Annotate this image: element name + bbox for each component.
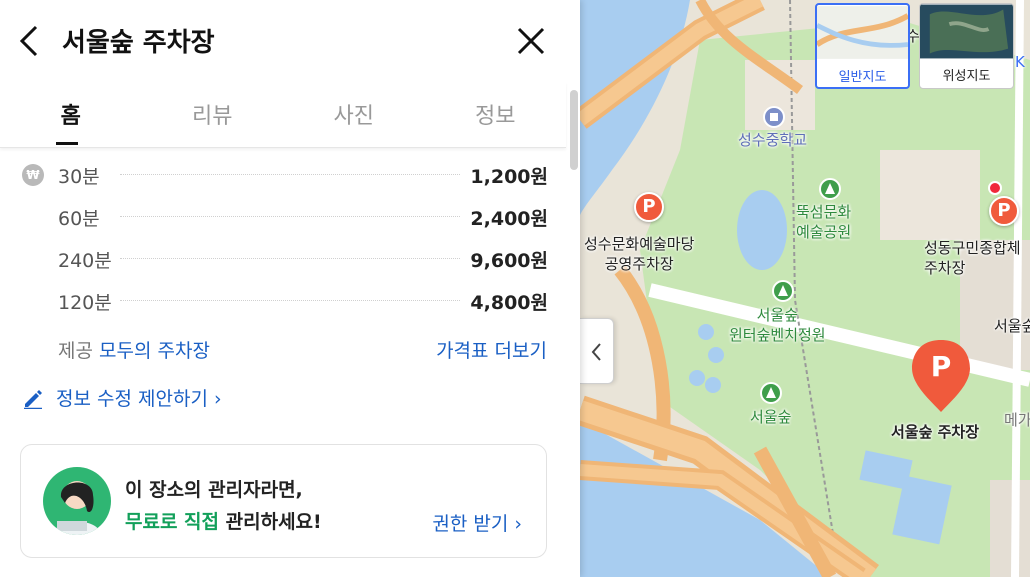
map-label-school[interactable]: 성수중학교 xyxy=(738,130,807,150)
price-amount: 1,200원 xyxy=(470,166,548,188)
price-duration: 120분 xyxy=(58,292,112,314)
place-detail-panel: 서울숲 주차장 홈 리뷰 사진 정보 ₩ 30분 1,200원 60분 2,40… xyxy=(0,0,580,577)
price-duration: 240분 xyxy=(58,250,112,272)
panel-collapse-button[interactable] xyxy=(580,318,614,384)
layer-button-satellite[interactable]: 위성지도 xyxy=(919,3,1014,89)
map-label-winter-garden[interactable]: 서울숲 윈터숲벤치정원 xyxy=(729,305,826,345)
map-label-sports[interactable]: 성동구민종합체 주차장 xyxy=(924,238,1021,278)
owner-card-rest: 관리하세요! xyxy=(219,511,322,533)
chevron-right-icon: › xyxy=(514,513,522,535)
school-icon xyxy=(763,106,785,128)
layer-button-satellite-label: 위성지도 xyxy=(942,69,991,84)
claim-rights-link[interactable]: 권한 받기 › xyxy=(432,509,522,536)
price-divider xyxy=(120,216,460,217)
map-label-seoul-forest-right[interactable]: 서울숲 xyxy=(994,316,1030,336)
tree-icon xyxy=(760,382,782,404)
map-label-partial-meta: 메가 xyxy=(1004,411,1030,429)
panel-header: 서울숲 주차장 xyxy=(0,0,580,82)
tab-photos[interactable]: 사진 xyxy=(283,82,425,147)
price-divider xyxy=(120,258,460,259)
price-row: 60분 2,400원 xyxy=(58,204,548,230)
map-label-park-culture[interactable]: 뚝섬문화 예술공원 xyxy=(796,202,851,242)
price-table-more-link[interactable]: 가격표 더보기 xyxy=(436,336,547,363)
tab-bar: 홈 리뷰 사진 정보 xyxy=(0,82,566,148)
price-provider: 제공 모두의 주차장 xyxy=(58,336,210,363)
tree-icon xyxy=(772,280,794,302)
red-dot-marker xyxy=(988,181,1002,195)
owner-avatar xyxy=(43,467,111,535)
won-icon: ₩ xyxy=(22,164,44,186)
suggest-edit-label: 정보 수정 제안하기 xyxy=(56,388,208,410)
selected-parking-pin-icon[interactable]: P xyxy=(929,350,953,383)
price-duration: 30분 xyxy=(58,166,100,188)
back-arrow-icon[interactable] xyxy=(16,24,42,58)
suggest-edit-link[interactable]: 정보 수정 제안하기 › xyxy=(22,384,222,411)
parking-pin-icon[interactable]: P xyxy=(989,196,1019,226)
layer-button-normal-label: 일반지도 xyxy=(838,70,887,85)
owner-claim-card: 이 장소의 관리자라면, 무료로 직접 관리하세요! 권한 받기 › xyxy=(20,444,547,558)
map-label-selected-parking[interactable]: 서울숲 주차장 xyxy=(891,422,979,442)
price-divider xyxy=(120,300,460,301)
map-label-parking-culture[interactable]: 성수문화예술마당 공영주차장 xyxy=(584,234,694,274)
price-amount: 4,800원 xyxy=(470,292,548,314)
provider-prefix: 제공 xyxy=(58,340,93,362)
price-amount: 2,400원 xyxy=(470,208,548,230)
owner-card-line1: 이 장소의 관리자라면, xyxy=(125,479,303,501)
map-label-seoul-forest[interactable]: 서울숲 xyxy=(750,407,791,427)
satellite-map-thumbnail-icon xyxy=(920,4,1013,59)
person-illustration-icon xyxy=(53,481,101,535)
price-divider xyxy=(120,174,460,175)
chevron-left-icon xyxy=(591,343,601,361)
normal-map-thumbnail-icon xyxy=(817,6,908,59)
owner-card-highlight: 무료로 직접 xyxy=(125,511,220,533)
page-title: 서울숲 주차장 xyxy=(62,28,215,58)
pencil-icon xyxy=(24,390,42,409)
chevron-right-icon: › xyxy=(213,388,222,410)
claim-rights-label: 권한 받기 xyxy=(432,513,509,535)
price-amount: 9,600원 xyxy=(470,250,548,272)
map-label-partial-k: K xyxy=(1015,53,1025,71)
parking-pin-icon[interactable]: P xyxy=(634,192,664,222)
close-icon[interactable] xyxy=(514,24,548,58)
tab-reviews[interactable]: 리뷰 xyxy=(142,82,284,147)
price-row: 30분 1,200원 xyxy=(58,162,548,188)
tab-info[interactable]: 정보 xyxy=(425,82,567,147)
panel-scrollbar[interactable] xyxy=(570,90,578,170)
price-row: 120분 4,800원 xyxy=(58,288,548,314)
tree-icon xyxy=(819,178,841,200)
layer-button-normal[interactable]: 일반지도 xyxy=(815,3,910,89)
price-duration: 60분 xyxy=(58,208,100,230)
tab-home[interactable]: 홈 xyxy=(0,82,142,147)
price-row: 240분 9,600원 xyxy=(58,246,548,272)
owner-card-line2: 무료로 직접 관리하세요! xyxy=(125,507,322,534)
provider-name-link[interactable]: 모두의 주차장 xyxy=(99,340,210,362)
